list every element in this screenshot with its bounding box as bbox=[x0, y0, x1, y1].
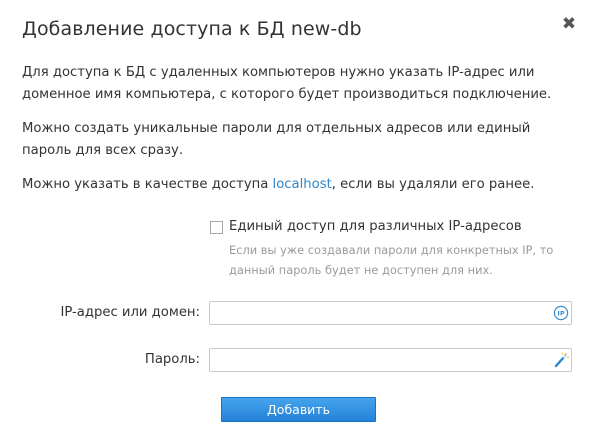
description-text: , если вы удаляли его ранее. bbox=[331, 177, 535, 192]
description-paragraph-1: Для доступа к БД с удаленных компьютеров… bbox=[22, 65, 552, 102]
single-access-label[interactable]: Единый доступ для различных IP-адресов bbox=[229, 217, 522, 237]
close-icon[interactable]: ✖ bbox=[560, 14, 578, 34]
add-db-access-dialog: Добавление доступа к БД new-db ✖ Для дос… bbox=[0, 0, 597, 440]
localhost-link[interactable]: localhost bbox=[273, 177, 332, 192]
password-field-wrapper bbox=[209, 348, 572, 372]
dialog-title: Добавление доступа к БД new-db bbox=[22, 18, 362, 40]
magic-wand-icon[interactable] bbox=[553, 352, 569, 368]
svg-text:IP: IP bbox=[557, 310, 564, 318]
description-text: Можно указать в качестве доступа bbox=[22, 177, 273, 192]
description-paragraph-2: Можно создать уникальные пароли для отде… bbox=[22, 121, 531, 158]
single-access-checkbox[interactable] bbox=[210, 221, 223, 234]
ip-field-label: IP-адрес или домен: bbox=[60, 305, 200, 320]
add-button[interactable]: Добавить bbox=[221, 397, 376, 422]
ip-field-wrapper: IP bbox=[209, 301, 572, 325]
ip-input[interactable] bbox=[210, 302, 552, 324]
single-access-hint: Если вы уже создавали пароли для конкрет… bbox=[229, 243, 554, 277]
description-paragraph-3: Можно указать в качестве доступа localho… bbox=[22, 174, 582, 196]
ip-detect-icon[interactable]: IP bbox=[553, 305, 569, 321]
password-input[interactable] bbox=[210, 349, 552, 371]
password-field-label: Пароль: bbox=[144, 352, 200, 367]
